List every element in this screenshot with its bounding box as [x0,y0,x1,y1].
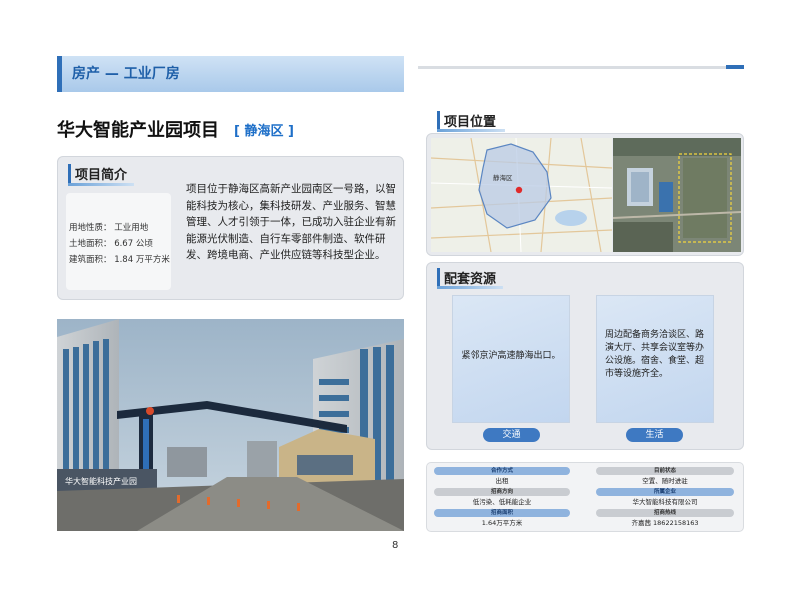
info-value-area: 1.64万平方米 [481,519,523,527]
project-district: [ 静海区 ] [234,124,294,139]
location-card: 静海区 [426,133,744,256]
location-heading-underline [437,129,505,132]
info-value-cooperation: 出租 [495,477,509,485]
resources-heading: 配套资源 [437,268,496,287]
park-entrance-photo: 华大智能科技产业园 [57,319,404,531]
transport-text: 紧邻京沪高速静海出口。 [461,351,561,361]
header-rule-accent [726,65,744,69]
info-value-direction: 低污染、低耗能企业 [472,498,532,506]
living-text: 周边配备商务洽谈区、路演大厅、共享会议室等办公设施。宿舍、食堂、超市等设施齐全。 [605,330,705,379]
info-label-direction: 招商方向 [434,488,570,496]
resources-heading-underline [437,286,503,289]
park-entrance-illustration: 华大智能科技产业园 [57,319,404,531]
info-label-cooperation: 合作方式 [434,467,570,475]
fact-building-area: 建筑面积： 1.84 万平方米 [69,255,170,265]
transport-box: 紧邻京沪高速静海出口。 [452,295,570,423]
map-district-label: 静海区 [493,173,513,182]
intro-heading-underline [68,183,134,186]
info-label-company: 所属企业 [596,488,734,496]
header-rule [418,66,744,69]
page-number: 8 [392,540,399,551]
intro-heading: 项目简介 [68,164,127,183]
info-label-hotline: 招商热线 [596,509,734,517]
info-value-status: 空置、随时进驻 [642,477,688,485]
info-value-company: 华大智能科技有限公司 [632,498,698,506]
district-map: 静海区 [431,138,612,252]
section-title: 房产 — 工业厂房 [72,66,180,82]
project-title: 华大智能产业园项目 [57,120,219,141]
transport-label: 交通 [483,428,540,442]
satellite-map [613,138,741,252]
park-sign-text: 华大智能科技产业园 [65,476,137,486]
info-label-status: 目前状态 [596,467,734,475]
info-value-hotline: 齐嘉茜 18622158163 [631,519,699,527]
living-box: 周边配备商务洽谈区、路演大厅、共享会议室等办公设施。宿舍、食堂、超市等设施齐全。 [596,295,714,423]
info-label-area: 招商面积 [434,509,570,517]
intro-description: 项目位于静海区高新产业园南区一号路，以智能科技为核心，集科技研发、产业服务、智慧… [186,183,396,261]
fact-land-area: 土地面积： 6.67 公顷 [69,239,153,249]
fact-land-use: 用地性质： 工业用地 [69,223,149,233]
location-heading: 项目位置 [437,111,496,130]
living-label: 生活 [626,428,683,442]
